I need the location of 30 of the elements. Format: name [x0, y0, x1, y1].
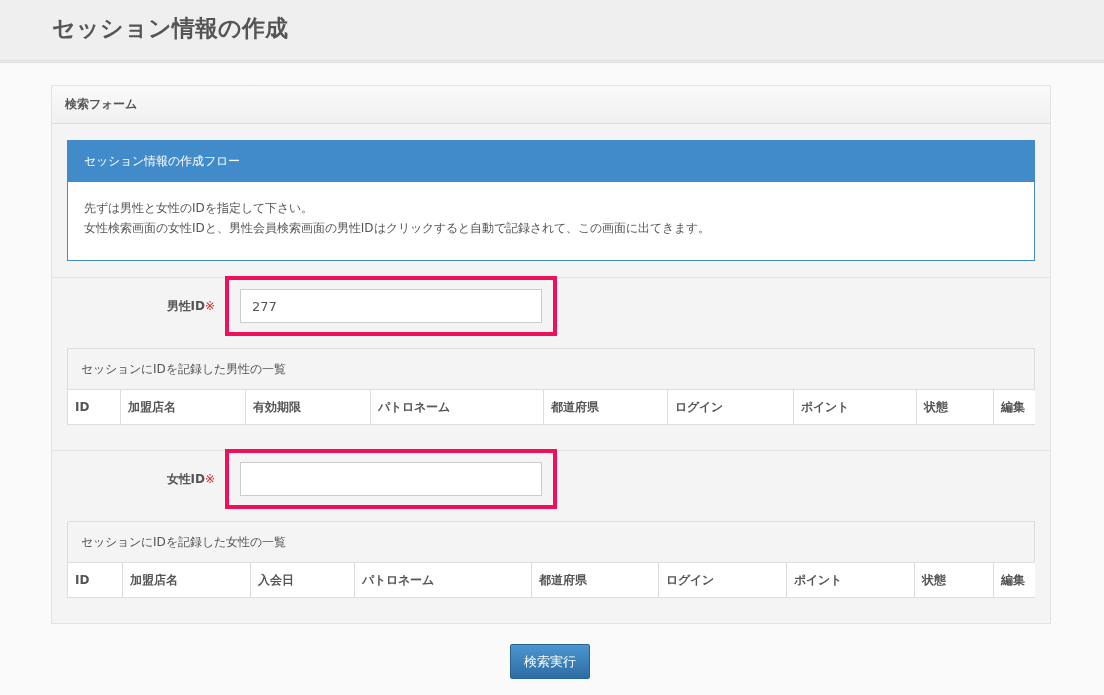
page-title: セッション情報の作成: [52, 14, 288, 43]
info-text: 女性検索画面の女性IDと、男性会員検索画面の男性IDはクリックすると自動で記録されて、この画面に出てきます。: [84, 220, 711, 237]
column-header: 編集: [993, 390, 1035, 424]
column-header: ポイント: [786, 563, 914, 597]
field-label: 女性ID: [166, 471, 205, 486]
column-header: ID: [68, 563, 122, 597]
column-header: パトロネーム: [370, 390, 543, 424]
column-header: 状態: [914, 563, 993, 597]
column-header: 状態: [916, 390, 993, 424]
id-input-field[interactable]: [240, 462, 542, 496]
info-text: 先ずは男性と女性のIDを指定して下さい。: [84, 200, 314, 217]
field-label: 男性ID: [166, 298, 205, 313]
id-input-field[interactable]: 277: [240, 289, 542, 323]
column-header: 加盟店名: [122, 563, 250, 597]
column-header: 入会日: [250, 563, 354, 597]
column-header: パトロネーム: [354, 563, 531, 597]
required-mark: ※: [204, 471, 215, 486]
panel-title: 検索フォーム: [52, 86, 1050, 124]
required-mark: ※: [204, 298, 215, 313]
column-header: ポイント: [793, 390, 916, 424]
column-header: 編集: [993, 563, 1035, 597]
column-header: 都道府県: [531, 563, 658, 597]
info-box-title: セッション情報の作成フロー: [68, 141, 1034, 182]
column-header: 加盟店名: [120, 390, 245, 424]
column-header: ID: [68, 390, 120, 424]
column-header: 有効期限: [245, 390, 370, 424]
search-button[interactable]: 検索実行: [510, 644, 590, 679]
column-header: ログイン: [658, 563, 786, 597]
column-header: 都道府県: [543, 390, 667, 424]
column-header: ログイン: [667, 390, 793, 424]
